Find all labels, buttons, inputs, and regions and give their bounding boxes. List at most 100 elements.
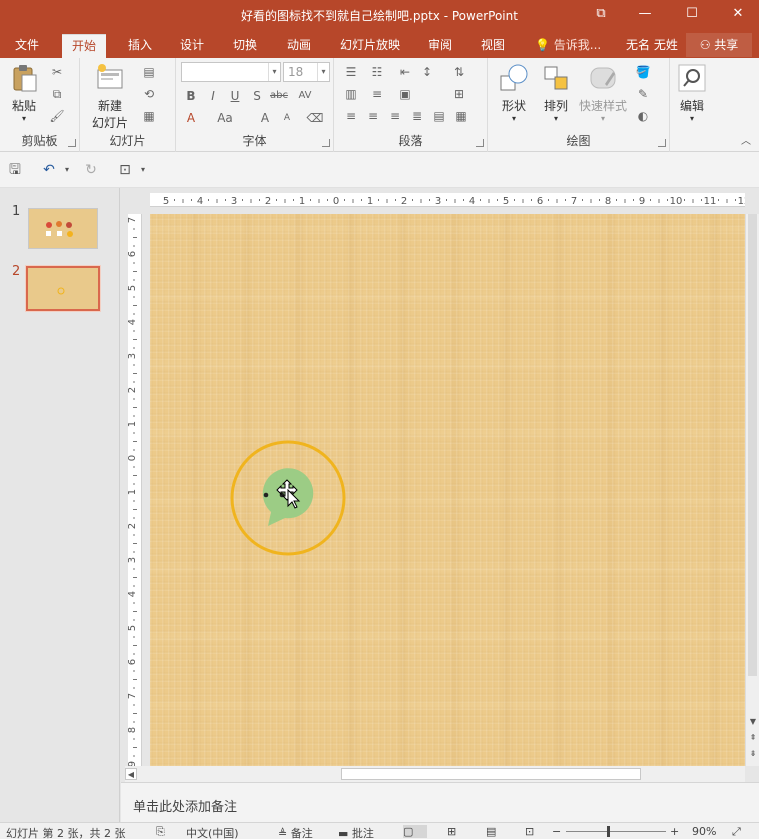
cut-icon[interactable]: ✂ <box>48 64 66 80</box>
align-text-icon[interactable]: ≡ <box>368 86 386 102</box>
section-icon[interactable]: ▦ <box>140 108 158 124</box>
justify-icon[interactable]: ≣ <box>408 108 426 124</box>
ruler-v-tick <box>133 466 135 468</box>
slide-canvas[interactable] <box>150 214 745 766</box>
clipboard-launcher[interactable] <box>68 139 76 147</box>
distributed-icon[interactable]: ▤ <box>430 108 448 124</box>
tell-me-search[interactable]: 💡 告诉我... <box>525 34 611 58</box>
notes-pane[interactable]: 单击此处添加备注 <box>121 782 759 822</box>
char-spacing-button[interactable]: AV <box>296 88 314 104</box>
italic-button[interactable]: I <box>204 88 222 104</box>
shape-fill-icon[interactable]: 🪣 <box>634 64 652 80</box>
close-button[interactable]: ✕ <box>726 4 750 24</box>
reset-icon[interactable]: ⟲ <box>140 86 158 102</box>
horizontal-scroll-thumb[interactable] <box>341 768 641 780</box>
spellcheck-icon[interactable]: ⎘ <box>156 825 165 839</box>
numbering-icon[interactable]: ☷ <box>368 64 386 80</box>
save-icon[interactable]: 🖫 <box>6 161 24 179</box>
share-button[interactable]: ⚇ 共享 <box>686 33 752 57</box>
new-slide-button[interactable]: 新建 幻灯片 <box>88 62 132 131</box>
customize-qat-icon[interactable]: ▾ <box>134 161 152 179</box>
zoom-out-button[interactable]: − <box>552 825 561 838</box>
paragraph-launcher[interactable] <box>476 139 484 147</box>
align-center-icon[interactable]: ≡ <box>364 108 382 124</box>
normal-view-button[interactable]: ▢ <box>403 825 427 838</box>
previous-slide-icon[interactable]: ⇞ <box>747 732 759 744</box>
maximize-button[interactable]: ☐ <box>680 4 704 24</box>
align-left-icon[interactable]: ≡ <box>342 108 360 124</box>
tab-design[interactable]: 设计 <box>170 34 214 58</box>
bullets-icon[interactable]: ☰ <box>342 64 360 80</box>
copy-icon[interactable]: ⧉ <box>48 86 66 102</box>
zoom-slider-track[interactable] <box>566 831 666 832</box>
zoom-level[interactable]: 90% <box>692 825 716 838</box>
zoom-in-button[interactable]: + <box>670 825 679 838</box>
tab-view[interactable]: 视图 <box>471 34 515 58</box>
collapse-ribbon-icon[interactable]: ︿ <box>741 132 751 147</box>
notes-toggle[interactable]: ≜ 备注 <box>278 825 313 839</box>
tab-home[interactable]: 开始 <box>62 34 107 58</box>
quick-styles-button[interactable]: 快速样式 ▾ <box>578 62 628 123</box>
format-painter-icon[interactable]: 🖌 <box>48 108 66 124</box>
shapes-button[interactable]: 形状 ▾ <box>492 62 536 123</box>
tab-insert[interactable]: 插入 <box>118 34 162 58</box>
clear-format-icon[interactable]: ⌫ <box>306 110 324 126</box>
strikethrough-button[interactable]: abc <box>270 88 288 104</box>
tab-file[interactable]: 文件 <box>5 34 49 58</box>
shadow-button[interactable]: S <box>248 88 266 104</box>
vertical-scrollbar[interactable]: ▼ ⇞ ⇟ <box>745 214 759 766</box>
convert-smartart-icon[interactable]: ⊞ <box>450 86 468 102</box>
minimize-button[interactable]: — <box>633 4 657 24</box>
fit-to-window-icon[interactable]: ⤢ <box>732 825 741 839</box>
font-size-combo[interactable]: 18 ▾ <box>283 62 330 82</box>
smartart-icon[interactable]: ▣ <box>396 86 414 102</box>
underline-button[interactable]: U <box>226 88 244 104</box>
slide-sorter-view-button[interactable]: ⊞ <box>447 825 456 838</box>
next-slide-icon[interactable]: ⇟ <box>747 748 759 760</box>
start-slideshow-icon[interactable]: ⊡ <box>116 161 134 179</box>
bold-button[interactable]: B <box>182 88 200 104</box>
vertical-scroll-thumb[interactable] <box>748 214 757 676</box>
font-name-combo[interactable]: ▾ <box>181 62 281 82</box>
change-case-button[interactable]: Aa <box>216 110 234 126</box>
notes-placeholder[interactable]: 单击此处添加备注 <box>133 796 237 815</box>
shape-outline-icon[interactable]: ✎ <box>634 86 652 102</box>
tab-review[interactable]: 审阅 <box>418 34 462 58</box>
scroll-left-icon[interactable]: ◀ <box>125 768 137 780</box>
layout-icon[interactable]: ▤ <box>140 64 158 80</box>
chevron-down-icon[interactable]: ▾ <box>58 161 76 179</box>
ribbon-display-options-button[interactable]: ⧉ <box>589 4 613 24</box>
paste-button[interactable]: 粘贴 ▾ <box>2 62 46 123</box>
tab-transitions[interactable]: 切换 <box>223 34 267 58</box>
edit-button[interactable]: 编辑 ▾ <box>672 62 712 123</box>
zoom-slider-thumb[interactable] <box>607 826 610 837</box>
slide-thumbnail-1[interactable] <box>28 208 98 249</box>
shrink-font-button[interactable]: A <box>278 110 296 126</box>
redo-icon[interactable]: ↻ <box>82 161 100 179</box>
text-direction-icon[interactable]: ⇅ <box>450 64 468 80</box>
font-color-button[interactable]: A <box>182 110 200 126</box>
ruler-v-tick <box>133 534 135 536</box>
decrease-indent-icon[interactable]: ⇤ <box>396 64 414 80</box>
language-indicator[interactable]: 中文(中国) <box>186 825 239 839</box>
arrange-button[interactable]: 排列 ▾ <box>534 62 578 123</box>
slideshow-view-button[interactable]: ⊡ <box>525 825 534 838</box>
tab-slideshow[interactable]: 幻灯片放映 <box>330 34 410 58</box>
line-spacing-icon[interactable]: ↕ <box>418 64 436 80</box>
drawing-launcher[interactable] <box>658 139 666 147</box>
grow-font-button[interactable]: A <box>256 110 274 126</box>
ruler-v-tick <box>133 415 135 417</box>
font-launcher[interactable] <box>322 139 330 147</box>
shape-effects-icon[interactable]: ◐ <box>634 108 652 124</box>
undo-icon[interactable]: ↶ <box>40 161 58 179</box>
comments-toggle[interactable]: ▬ 批注 <box>338 825 374 839</box>
reading-view-button[interactable]: ▤ <box>486 825 496 838</box>
user-name[interactable]: 无名 无姓 <box>616 34 688 58</box>
slide-thumbnail-2[interactable] <box>25 265 101 312</box>
horizontal-scrollbar[interactable]: ◀ <box>125 766 745 782</box>
paragraph-columns-icon[interactable]: ▦ <box>452 108 470 124</box>
tab-animations[interactable]: 动画 <box>277 34 321 58</box>
align-right-icon[interactable]: ≡ <box>386 108 404 124</box>
columns-icon[interactable]: ▥ <box>342 86 360 102</box>
scroll-down-icon[interactable]: ▼ <box>747 716 759 728</box>
